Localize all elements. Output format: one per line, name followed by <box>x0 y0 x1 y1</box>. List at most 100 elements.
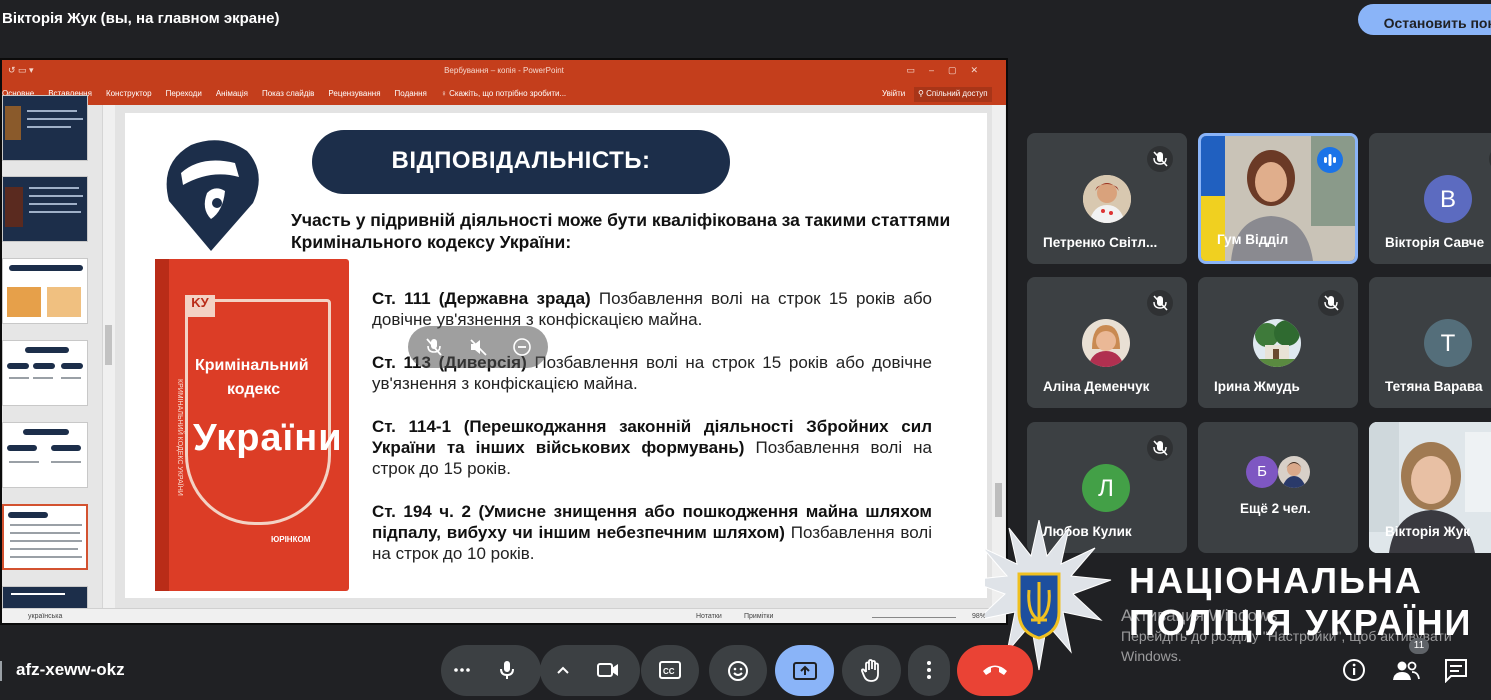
ppt-title-bar: ↺ ▭ ▾ Вербування – копія - PowerPoint ▭–… <box>2 60 1006 84</box>
sign-in-link[interactable]: Увійти <box>882 89 905 98</box>
participant-tile[interactable]: Т Тетяна Варава <box>1369 277 1491 408</box>
volume-off-icon[interactable] <box>468 337 488 357</box>
saluting-officer-icon <box>166 140 259 251</box>
svg-text:CC: CC <box>663 667 675 676</box>
participant-name: Тетяна Варава <box>1385 379 1483 394</box>
mic-off-icon <box>1147 435 1173 461</box>
slide-thumbnail[interactable] <box>2 258 88 324</box>
tab-animation[interactable]: Анімація <box>216 89 248 98</box>
slide-thumbnail-selected[interactable] <box>2 504 88 570</box>
more-dots-icon[interactable] <box>453 661 471 679</box>
participant-name: Ещё 2 чел. <box>1240 501 1311 516</box>
camera-button-group[interactable] <box>540 645 640 696</box>
tab-design[interactable]: Конструктор <box>106 89 152 98</box>
scrollbar-thumb[interactable] <box>105 325 112 365</box>
comments-button[interactable]: Примітки <box>744 613 773 620</box>
activation-body: Перейдіть до розділу "Настройки", щоб ак… <box>1121 628 1452 664</box>
ppt-status-bar: українська Нотатки Примітки 98% <box>2 608 1006 623</box>
zoom-slider[interactable] <box>872 617 956 618</box>
captions-icon: CC <box>659 661 681 679</box>
slide-thumbnail[interactable] <box>2 340 88 406</box>
avatar: Т <box>1424 319 1472 367</box>
reactions-button[interactable] <box>709 645 767 696</box>
avatar: Б <box>1246 456 1278 488</box>
speaking-indicator-icon <box>1317 147 1343 173</box>
book-publisher: ЮРІНКОМ <box>271 535 311 544</box>
participant-tile[interactable]: Вікторія Жук <box>1369 422 1491 553</box>
windows-activation-notice: Активация Windows Перейдіть до розділу "… <box>1121 606 1491 666</box>
avatar <box>1082 319 1130 367</box>
notes-button[interactable]: Нотатки <box>696 613 722 620</box>
present-screen-icon <box>793 662 817 680</box>
participant-name: Вікторія Жук <box>1385 524 1471 539</box>
shared-screen: ↺ ▭ ▾ Вербування – копія - PowerPoint ▭–… <box>0 58 1008 625</box>
participant-name: Аліна Деменчук <box>1043 379 1150 394</box>
current-slide[interactable]: ВІДПОВІДАЛЬНІСТЬ: Участь у підривній дія… <box>125 113 987 598</box>
chevron-up-icon[interactable] <box>554 661 572 679</box>
activation-head: Активация Windows <box>1121 606 1278 625</box>
captions-button[interactable]: CC <box>641 645 699 696</box>
watermark-line1: НАЦІОНАЛЬНА <box>1129 560 1423 601</box>
mic-button-group[interactable] <box>441 645 541 696</box>
more-options-button[interactable] <box>908 645 950 696</box>
meeting-info-icon[interactable] <box>1341 657 1367 683</box>
stop-presenting-button[interactable]: Остановить показ <box>1358 4 1491 35</box>
participant-name: Вікторія Савче <box>1385 235 1485 250</box>
article-114-1: Ст. 114-1 (Перешкоджання законній діяльн… <box>372 416 932 479</box>
book-title-line1: Кримінальний <box>195 357 309 374</box>
tab-review[interactable]: Рецензування <box>328 89 380 98</box>
microphone-icon[interactable] <box>495 658 519 682</box>
participant-tile[interactable]: Петренко Світл... <box>1027 133 1187 264</box>
article-111: Ст. 111 (Державна зрада) Позбавлення вол… <box>372 288 932 330</box>
participant-name: Петренко Світл... <box>1043 235 1158 250</box>
slide-thumbnail[interactable] <box>2 422 88 488</box>
people-icon[interactable] <box>1392 657 1420 683</box>
participant-tile-overflow[interactable]: Б Ещё 2 чел. <box>1198 422 1358 553</box>
present-button-active[interactable] <box>775 645 834 696</box>
book-title-line2: кодекс <box>227 381 281 398</box>
ppt-window-title: Вербування – копія - PowerPoint <box>444 66 564 75</box>
participant-tile[interactable]: Ірина Жмудь <box>1198 277 1358 408</box>
book-title-line3: України <box>193 417 343 459</box>
participant-tile-speaking[interactable]: Гум Відділ <box>1198 133 1358 264</box>
avatar <box>1083 175 1131 223</box>
mic-off-icon[interactable] <box>424 337 444 357</box>
slide-thumbnail[interactable] <box>2 176 88 242</box>
meeting-code[interactable]: afz-xeww-okz <box>16 660 125 680</box>
language-indicator[interactable]: українська <box>28 613 62 620</box>
raise-hand-button[interactable] <box>842 645 901 696</box>
thumbnail-scrollbar[interactable] <box>102 105 114 608</box>
remove-icon[interactable] <box>512 337 532 357</box>
tell-me-search[interactable]: ♀ Скажіть, що потрібно зробити... <box>441 89 566 98</box>
zoom-level[interactable]: 98% <box>972 613 986 620</box>
leave-call-button[interactable] <box>957 645 1033 696</box>
more-vert-icon <box>927 661 931 679</box>
avatar <box>1253 319 1301 367</box>
participant-tile[interactable]: В Вікторія Савче <box>1369 133 1491 264</box>
tab-view[interactable]: Подання <box>395 89 427 98</box>
slide-thumbnail[interactable] <box>2 95 88 161</box>
article-194: Ст. 194 ч. 2 (Умисне знищення або пошкод… <box>372 501 932 564</box>
person-icon: ⚲ <box>918 89 927 98</box>
avatar: В <box>1424 175 1472 223</box>
mic-off-icon <box>1147 290 1173 316</box>
hang-up-icon <box>983 665 1007 675</box>
divider <box>0 661 2 681</box>
mic-off-icon <box>1318 290 1344 316</box>
camera-icon[interactable] <box>595 658 621 682</box>
chat-icon[interactable] <box>1443 657 1469 683</box>
participant-tile[interactable]: Аліна Деменчук <box>1027 277 1187 408</box>
tab-slideshow[interactable]: Показ слайдів <box>262 89 314 98</box>
window-controls[interactable]: ▭–▢✕ <box>906 65 992 76</box>
share-button[interactable]: ⚲ Спільний доступ <box>914 87 992 102</box>
participant-count-badge: 11 <box>1409 638 1429 654</box>
scrollbar-thumb[interactable] <box>995 483 1002 517</box>
tab-transitions[interactable]: Переходи <box>166 89 202 98</box>
publisher-logo: KУ <box>185 295 215 317</box>
slide-intro: Участь у підривній діяльності може бути … <box>291 210 951 252</box>
participant-name: Гум Відділ <box>1217 232 1289 247</box>
participant-name: Ірина Жмудь <box>1214 379 1300 394</box>
share-label: Спільний доступ <box>926 89 988 98</box>
ppt-ribbon: Основне Вставлення Конструктор Переходи … <box>2 84 1006 105</box>
slide-thumbnails <box>2 95 102 623</box>
